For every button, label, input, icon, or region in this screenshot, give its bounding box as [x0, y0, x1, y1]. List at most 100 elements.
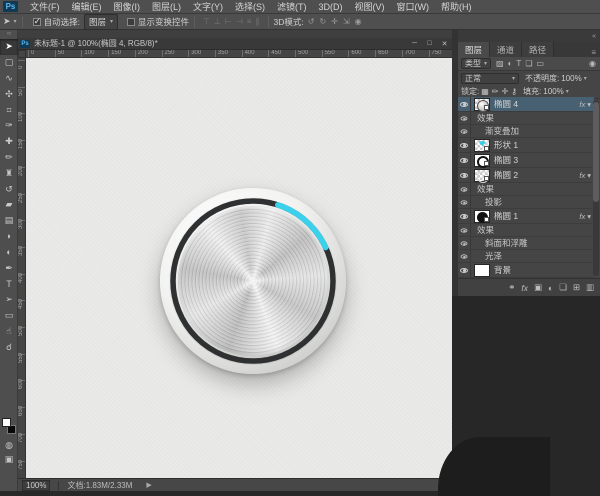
panel-menu-icon[interactable]: ≡ — [591, 48, 600, 57]
layer-effect-row[interactable]: 斜面和浮雕 — [458, 237, 594, 250]
layer-thumbnail[interactable] — [474, 210, 490, 223]
scrollbar-thumb[interactable] — [593, 102, 599, 202]
add-mask-icon[interactable]: ▣ — [534, 282, 542, 293]
layer-effect-row[interactable]: 光泽 — [458, 250, 594, 263]
opacity-value[interactable]: 100% — [561, 74, 581, 83]
visibility-eye-icon[interactable] — [458, 237, 471, 249]
filter-kind-3-icon[interactable]: ❏ — [525, 59, 532, 68]
lock-3-icon[interactable]: ⚷ — [511, 87, 517, 96]
layer-name[interactable]: 椭圆 2 — [494, 169, 518, 181]
fx-collapse-icon[interactable]: ▾ — [587, 171, 591, 180]
status-options-arrow-icon[interactable]: ▶ — [146, 481, 151, 489]
visibility-eye-icon[interactable] — [458, 196, 471, 208]
crop-tool[interactable]: ⌗ — [0, 102, 18, 118]
layer-style-icon[interactable]: fx — [521, 283, 528, 293]
show-transform-checkbox[interactable] — [127, 18, 135, 26]
dodge-tool[interactable]: ◐ — [0, 244, 18, 260]
layer-row[interactable]: 椭圆 4fx▾ — [458, 97, 594, 112]
screen-mode-button[interactable]: ▣ — [0, 454, 18, 465]
chevron-down-icon[interactable]: ▾ — [566, 88, 569, 95]
color-swatches[interactable] — [2, 418, 16, 434]
menu-item-4[interactable]: 文字(Y) — [187, 0, 229, 13]
lasso-tool[interactable]: ∿ — [0, 71, 18, 87]
blend-mode-dropdown[interactable]: 正常▾ — [461, 73, 519, 84]
mode-3d-3-icon[interactable]: ⇲ — [343, 17, 350, 26]
type-tool[interactable]: T — [0, 276, 18, 292]
panel-collapse-icon[interactable]: « — [592, 33, 596, 40]
layer-effect-row[interactable]: 投影 — [458, 196, 594, 209]
align-2-icon[interactable]: ⊢ — [225, 17, 232, 26]
auto-select-checkbox[interactable] — [33, 18, 41, 26]
menu-item-7[interactable]: 3D(D) — [313, 2, 349, 12]
align-3-icon[interactable]: ⊣ — [236, 17, 243, 26]
align-4-icon[interactable]: ≡ — [247, 17, 252, 26]
layer-name[interactable]: 形状 1 — [494, 139, 518, 151]
lock-2-icon[interactable]: ✛ — [502, 87, 509, 96]
layer-effect-row[interactable]: 效果 — [458, 183, 594, 196]
visibility-eye-icon[interactable] — [458, 224, 471, 236]
menu-item-10[interactable]: 帮助(H) — [435, 0, 478, 13]
layer-effect-row[interactable]: 效果 — [458, 224, 594, 237]
layer-row[interactable]: 椭圆 2fx▾ — [458, 168, 594, 183]
layer-row[interactable]: 椭圆 3 — [458, 153, 594, 168]
tab-channels[interactable]: 通道 — [490, 42, 522, 57]
auto-select-target-dropdown[interactable]: 图层▾ — [84, 14, 118, 30]
layer-thumbnail[interactable] — [474, 98, 490, 111]
visibility-eye-icon[interactable] — [458, 138, 471, 152]
menu-item-9[interactable]: 窗口(W) — [391, 0, 436, 13]
zoom-level-field[interactable]: 100% — [22, 480, 50, 491]
mode-3d-buttons[interactable]: ↺↻✛⇲◉ — [308, 17, 362, 26]
pen-tool[interactable]: ✒ — [0, 260, 18, 276]
path-selection-tool[interactable]: ➢ — [0, 292, 18, 308]
delete-layer-icon[interactable]: ▥ — [586, 282, 594, 293]
new-group-icon[interactable]: ❏ — [559, 282, 567, 293]
mode-3d-0-icon[interactable]: ↺ — [308, 17, 315, 26]
filter-kind-0-icon[interactable]: ▨ — [496, 59, 504, 68]
chevron-down-icon[interactable]: ▾ — [584, 75, 587, 82]
align-1-icon[interactable]: ⊥ — [214, 17, 221, 26]
menu-item-2[interactable]: 图像(I) — [108, 0, 147, 13]
menu-item-8[interactable]: 视图(V) — [349, 0, 391, 13]
gradient-tool[interactable]: ▤ — [0, 213, 18, 229]
layer-effect-row[interactable]: 渐变叠加 — [458, 125, 594, 138]
tab-layers[interactable]: 图层 — [458, 42, 490, 57]
filter-kind-2-icon[interactable]: T — [516, 59, 521, 68]
history-brush-tool[interactable]: ↺ — [0, 181, 18, 197]
effect-name[interactable]: 效果 — [477, 183, 494, 195]
fx-collapse-icon[interactable]: ▾ — [587, 212, 591, 221]
toolbar-collapse-icon[interactable]: ‹‹ — [0, 30, 18, 39]
effect-name[interactable]: 斜面和浮雕 — [485, 237, 528, 249]
visibility-eye-icon[interactable] — [458, 183, 471, 195]
filter-kind-1-icon[interactable]: ◐ — [508, 59, 513, 68]
adjustment-layer-icon[interactable]: ◐ — [548, 283, 553, 293]
canvas[interactable] — [26, 58, 452, 478]
visibility-eye-icon[interactable] — [458, 209, 471, 223]
clone-stamp-tool[interactable]: ♜ — [0, 165, 18, 181]
layer-name[interactable]: 椭圆 3 — [494, 154, 518, 166]
document-titlebar[interactable]: Ps 未标题-1 @ 100%(椭圆 4, RGB/8)* ─ □ ✕ — [18, 38, 452, 50]
menu-item-3[interactable]: 图层(L) — [146, 0, 187, 13]
visibility-eye-icon[interactable] — [458, 168, 471, 182]
mode-3d-2-icon[interactable]: ✛ — [331, 17, 338, 26]
menu-item-6[interactable]: 滤镜(T) — [271, 0, 313, 13]
horizontal-ruler[interactable]: 0501001502002503003504004505005506006507… — [26, 50, 452, 58]
eyedropper-tool[interactable]: ✑ — [0, 118, 18, 134]
ruler-origin-box[interactable] — [18, 50, 26, 58]
move-tool[interactable]: ➤ — [0, 39, 18, 55]
filter-type-buttons[interactable]: ▨◐T❏▭ — [496, 59, 544, 68]
marquee-tool[interactable]: ▢ — [0, 55, 18, 71]
layer-thumbnail[interactable] — [474, 139, 490, 152]
fx-collapse-icon[interactable]: ▾ — [587, 100, 591, 109]
close-button[interactable]: ✕ — [437, 38, 452, 49]
layer-name[interactable]: 椭圆 4 — [494, 98, 518, 110]
vertical-ruler[interactable]: 0501001502002503003504004505005506006507… — [18, 58, 26, 478]
effect-name[interactable]: 投影 — [485, 196, 502, 208]
visibility-eye-icon[interactable] — [458, 125, 471, 137]
visibility-eye-icon[interactable] — [458, 250, 471, 262]
visibility-eye-icon[interactable] — [458, 112, 471, 124]
lock-0-icon[interactable]: ▦ — [481, 87, 489, 96]
filter-toggle-icon[interactable]: ◉ — [589, 59, 596, 68]
hand-tool[interactable]: ☝ — [0, 323, 18, 339]
quick-mask-button[interactable]: ◍ — [0, 440, 18, 451]
healing-brush-tool[interactable]: ✚ — [0, 134, 18, 150]
